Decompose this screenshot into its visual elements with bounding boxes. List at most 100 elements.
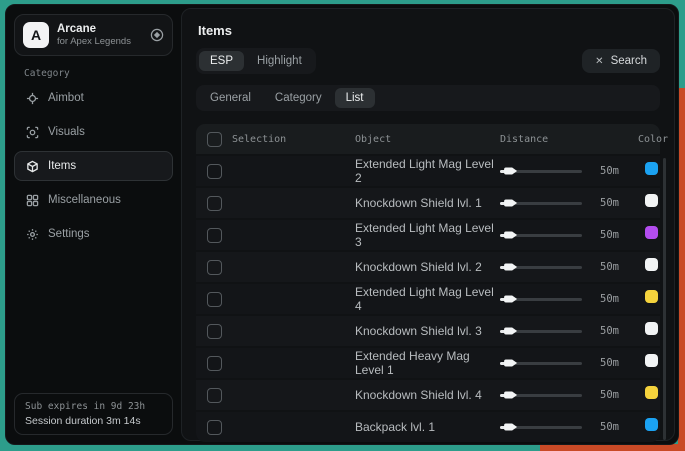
table-row: Extended Light Mag Level 250m bbox=[196, 156, 660, 186]
distance-slider[interactable] bbox=[500, 252, 586, 282]
slider-track bbox=[500, 170, 582, 173]
slider-thumb[interactable] bbox=[504, 328, 517, 335]
sidebar-item-visuals[interactable]: Visuals bbox=[14, 117, 173, 147]
color-swatch[interactable] bbox=[645, 322, 658, 335]
search-icon: ✕ bbox=[595, 56, 603, 67]
app-window: A Arcane for Apex Legends Category Aimbo… bbox=[5, 4, 679, 445]
table-row: Knockdown Shield lvl. 250m bbox=[196, 252, 660, 282]
color-swatch[interactable] bbox=[645, 226, 658, 239]
table-row: Knockdown Shield lvl. 3 50m bbox=[196, 316, 660, 346]
slider-track bbox=[500, 202, 582, 205]
slider-thumb[interactable] bbox=[504, 296, 517, 303]
table-body: Extended Light Mag Level 250mKnockdown S… bbox=[196, 154, 660, 442]
distance-value: 50m bbox=[586, 165, 638, 177]
object-name: Extended Light Mag Level 3 bbox=[349, 221, 500, 249]
row-checkbox[interactable] bbox=[207, 260, 222, 275]
slider-thumb[interactable] bbox=[504, 392, 517, 399]
distance-slider[interactable] bbox=[500, 316, 586, 346]
object-name: Backpack lvl. 1 bbox=[349, 420, 500, 434]
distance-slider[interactable] bbox=[500, 348, 586, 378]
row-checkbox[interactable] bbox=[207, 196, 222, 211]
color-swatch[interactable] bbox=[645, 162, 658, 175]
row-checkbox[interactable] bbox=[207, 292, 222, 307]
distance-value: 50m bbox=[586, 261, 638, 273]
tab-category[interactable]: Category bbox=[264, 88, 333, 108]
tab-list[interactable]: List bbox=[335, 88, 375, 108]
color-swatch[interactable] bbox=[645, 354, 658, 367]
color-swatch[interactable] bbox=[645, 418, 658, 431]
table-row: Extended Light Mag Level 350m bbox=[196, 220, 660, 250]
table-row: Extended Light Mag Level 450m bbox=[196, 284, 660, 314]
distance-slider[interactable] bbox=[500, 156, 586, 186]
table-row: Backpack lvl. 1 50m bbox=[196, 412, 660, 442]
object-name: Knockdown Shield lvl. 3 bbox=[349, 324, 500, 338]
crosshair-icon bbox=[25, 91, 39, 105]
items-table: Selection Object Distance Color Extended… bbox=[196, 124, 660, 442]
grid-icon bbox=[25, 193, 39, 207]
row-checkbox[interactable] bbox=[207, 324, 222, 339]
search-button[interactable]: ✕ Search bbox=[582, 49, 660, 73]
slider-thumb[interactable] bbox=[504, 232, 517, 239]
app-header-card: A Arcane for Apex Legends bbox=[14, 14, 173, 56]
row-checkbox[interactable] bbox=[207, 356, 222, 371]
slider-track bbox=[500, 298, 582, 301]
sidebar-item-miscellaneous[interactable]: Miscellaneous bbox=[14, 185, 173, 215]
slider-thumb[interactable] bbox=[504, 200, 517, 207]
distance-slider[interactable] bbox=[500, 412, 586, 442]
distance-value: 50m bbox=[586, 325, 638, 337]
color-swatch[interactable] bbox=[645, 386, 658, 399]
distance-value: 50m bbox=[586, 357, 638, 369]
slider-thumb[interactable] bbox=[504, 424, 517, 431]
page-title: Items bbox=[198, 23, 660, 38]
row-checkbox[interactable] bbox=[207, 164, 222, 179]
emblem-icon[interactable] bbox=[150, 28, 164, 42]
distance-value: 50m bbox=[586, 421, 638, 433]
slider-track bbox=[500, 394, 582, 397]
sidebar-nav: Aimbot Visuals Items Miscellaneous Settings bbox=[6, 83, 181, 249]
sidebar-item-label: Settings bbox=[48, 228, 90, 240]
sidebar-item-label: Items bbox=[48, 160, 76, 172]
distance-slider[interactable] bbox=[500, 188, 586, 218]
row-checkbox[interactable] bbox=[207, 420, 222, 435]
sidebar-item-settings[interactable]: Settings bbox=[14, 219, 173, 249]
app-subtitle: for Apex Legends bbox=[57, 36, 142, 48]
table-row: Knockdown Shield lvl. 4 50m bbox=[196, 380, 660, 410]
row-checkbox[interactable] bbox=[207, 388, 222, 403]
distance-slider[interactable] bbox=[500, 284, 586, 314]
sidebar-item-items[interactable]: Items bbox=[14, 151, 173, 181]
app-logo: A bbox=[23, 22, 49, 48]
slider-track bbox=[500, 330, 582, 333]
mode-tab-group: ESPHighlight bbox=[196, 48, 316, 74]
color-swatch[interactable] bbox=[645, 194, 658, 207]
tab-highlight[interactable]: Highlight bbox=[246, 51, 313, 71]
gear-icon bbox=[25, 227, 39, 241]
slider-thumb[interactable] bbox=[504, 360, 517, 367]
backdrop-orange-right bbox=[678, 88, 685, 451]
select-all-checkbox[interactable] bbox=[207, 132, 222, 147]
view-tab-group: GeneralCategoryList bbox=[196, 85, 660, 111]
package-icon bbox=[25, 159, 39, 173]
table-header: Selection Object Distance Color bbox=[196, 124, 660, 154]
sidebar-item-aimbot[interactable]: Aimbot bbox=[14, 83, 173, 113]
distance-slider[interactable] bbox=[500, 220, 586, 250]
main-panel: Items ESPHighlight ✕ Search GeneralCateg… bbox=[181, 8, 675, 441]
table-row: Extended Heavy Mag Level 150m bbox=[196, 348, 660, 378]
color-swatch[interactable] bbox=[645, 290, 658, 303]
slider-thumb[interactable] bbox=[504, 264, 517, 271]
slider-thumb[interactable] bbox=[504, 168, 517, 175]
distance-value: 50m bbox=[586, 389, 638, 401]
tab-esp[interactable]: ESP bbox=[199, 51, 244, 71]
col-distance: Distance bbox=[500, 134, 586, 145]
subscription-card: Sub expires in 9d 23h Session duration 3… bbox=[14, 393, 173, 435]
slider-track bbox=[500, 362, 582, 365]
color-swatch[interactable] bbox=[645, 258, 658, 271]
table-scrollbar[interactable] bbox=[663, 158, 666, 440]
toolbar: ESPHighlight ✕ Search bbox=[196, 48, 660, 74]
table-row: Knockdown Shield lvl. 150m bbox=[196, 188, 660, 218]
sidebar: A Arcane for Apex Legends Category Aimbo… bbox=[6, 5, 181, 444]
eye-scan-icon bbox=[25, 125, 39, 139]
row-checkbox[interactable] bbox=[207, 228, 222, 243]
distance-slider[interactable] bbox=[500, 380, 586, 410]
tab-general[interactable]: General bbox=[199, 88, 262, 108]
object-name: Knockdown Shield lvl. 4 bbox=[349, 388, 500, 402]
